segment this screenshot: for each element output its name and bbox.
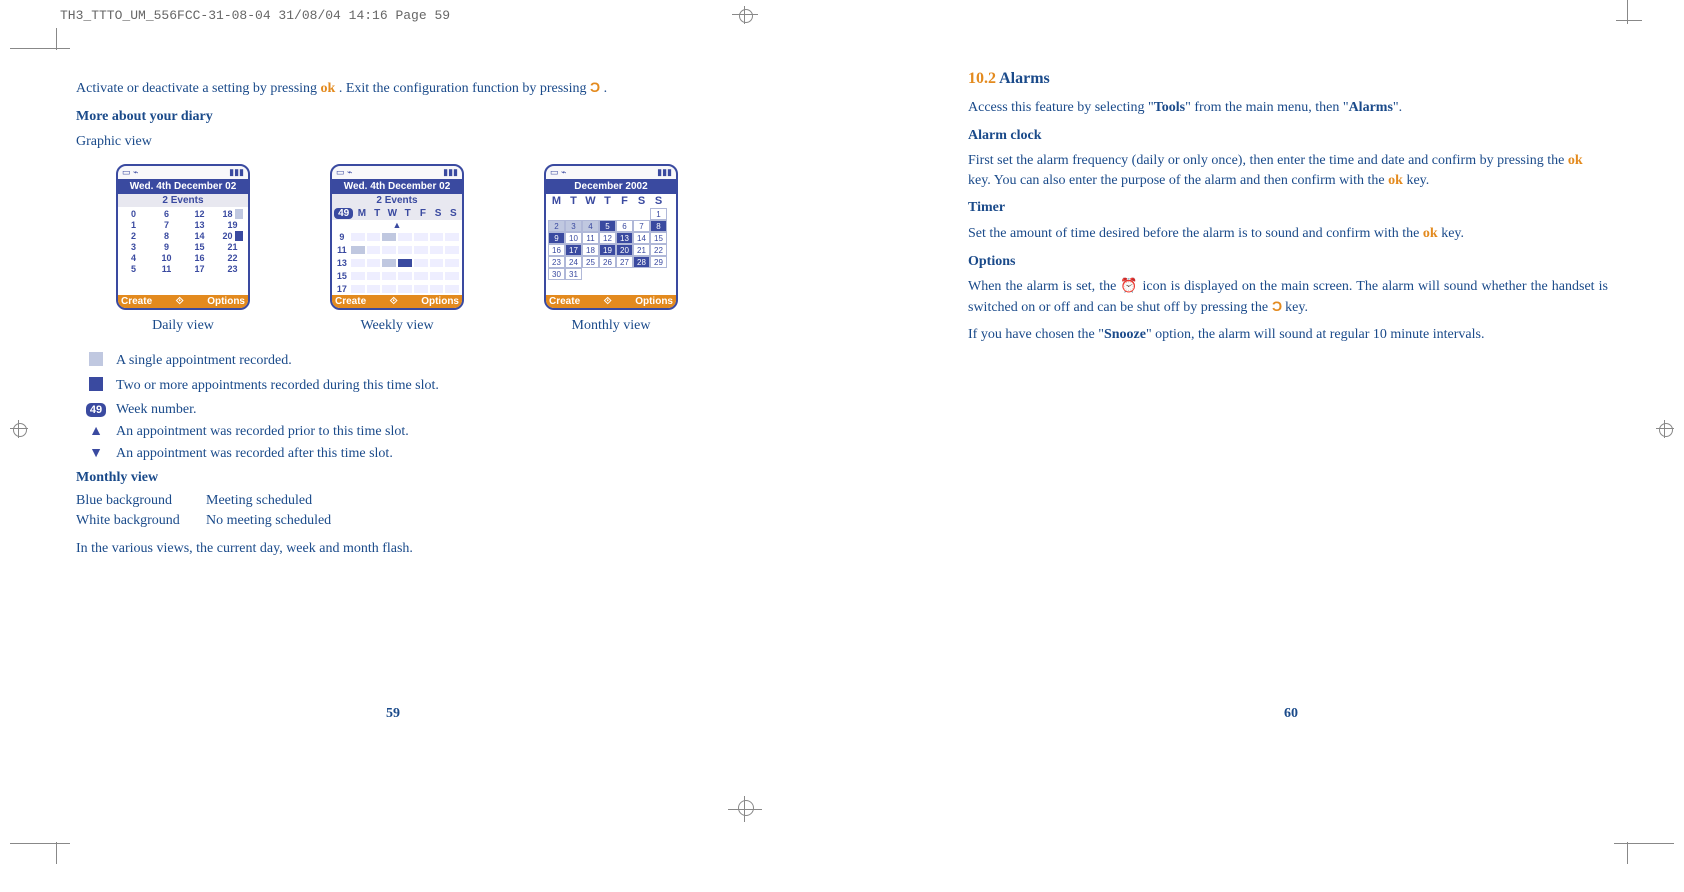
status-bar: ▭ ⌁ ▮▮▮ (118, 166, 248, 179)
signal-icon: ▮▮▮ (657, 167, 672, 178)
page-number-right: 60 (1284, 706, 1298, 722)
white-bg-value: No meeting scheduled (206, 513, 331, 529)
create-softkey: Create (121, 296, 152, 307)
crop-mark (1627, 842, 1628, 864)
legend-row-single: A single appointment recorded. (76, 352, 696, 371)
status-bar: ▭ ⌁ ▮▮▮ (546, 166, 676, 179)
monthly-view-table: Blue background Meeting scheduled White … (76, 493, 696, 529)
timer-body: Set the amount of time desired before th… (968, 224, 1608, 244)
nav-icon: ⟐ (390, 296, 398, 307)
week-header: 49MTWTFSS (332, 207, 462, 220)
page-number-left: 59 (386, 706, 400, 722)
registration-icon (10, 420, 28, 438)
crop-mark (1616, 20, 1642, 21)
registration-icon (739, 9, 753, 23)
weekly-body: ▲ 91113151719 (332, 220, 462, 295)
create-softkey: Create (335, 296, 366, 307)
crop-mark (56, 28, 57, 50)
create-softkey: Create (549, 296, 580, 307)
ok-icon: ok (1423, 226, 1438, 241)
access-text: Access this feature by selecting "Tools"… (968, 98, 1608, 118)
legend-row-multi: Two or more appointments recorded during… (76, 377, 696, 396)
timer-title: Timer (968, 198, 1608, 218)
blue-bg-value: Meeting scheduled (206, 493, 312, 509)
month-days-header: MTWTFSS (546, 194, 676, 208)
monthly-view-title: Monthly view (76, 468, 696, 488)
legend-row-prior: ▲ An appointment was recorded prior to t… (76, 424, 696, 440)
c-icon: C (1272, 297, 1282, 317)
ok-icon: ok (1388, 173, 1403, 188)
page-right: 10.2 Alarms Access this feature by selec… (968, 70, 1608, 353)
phone-header: Wed. 4th December 02 (332, 179, 462, 194)
graphic-view-label: Graphic view (76, 132, 696, 152)
battery-icon: ▭ ⌁ (122, 167, 138, 178)
options-title: Options (968, 252, 1608, 272)
print-slug: TH3_TTTO_UM_556FCC-31-08-04 31/08/04 14:… (60, 8, 450, 23)
battery-icon: ▭ ⌁ (336, 167, 352, 178)
phone-softkeys: Create ⟐ Options (546, 295, 676, 308)
daily-view-column: ▭ ⌁ ▮▮▮ Wed. 4th December 02 2 Events 012… (108, 164, 258, 334)
crop-mark (1614, 843, 1674, 844)
battery-icon: ▭ ⌁ (550, 167, 566, 178)
daily-view-phone: ▭ ⌁ ▮▮▮ Wed. 4th December 02 2 Events 012… (116, 164, 250, 310)
up-arrow-icon: ▲ (76, 424, 116, 440)
month-grid: 1234567891011121314151617181920212223242… (546, 208, 676, 295)
daily-caption: Daily view (108, 318, 258, 334)
weekly-caption: Weekly view (322, 318, 472, 334)
status-bar: ▭ ⌁ ▮▮▮ (332, 166, 462, 179)
events-count: 2 Events (332, 194, 462, 207)
weekly-view-phone: ▭ ⌁ ▮▮▮ Wed. 4th December 02 2 Events 49M… (330, 164, 464, 310)
monthly-view-column: ▭ ⌁ ▮▮▮ December 2002 MTWTFSS 12345678910… (536, 164, 686, 334)
nav-icon: ⟐ (604, 296, 612, 307)
single-appointment-icon (76, 352, 116, 371)
alarms-title: 10.2 Alarms (968, 70, 1608, 88)
daily-body: 01234567891011121314151617181920212223 (118, 207, 248, 295)
ok-icon: ok (321, 81, 336, 96)
legend: A single appointment recorded. Two or mo… (76, 352, 696, 462)
multi-appointment-icon (76, 377, 116, 396)
phone-header: Wed. 4th December 02 (118, 179, 248, 194)
crop-mark (10, 48, 70, 49)
alarm-clock-body: First set the alarm frequency (daily or … (968, 151, 1608, 190)
signal-icon: ▮▮▮ (443, 167, 458, 178)
options-softkey: Options (207, 296, 245, 307)
options-softkey: Options (635, 296, 673, 307)
week-number-icon: 49 (76, 402, 116, 418)
crop-mark (10, 843, 70, 844)
registration-icon (1656, 420, 1674, 438)
c-icon: C (590, 78, 600, 98)
monthly-view-phone: ▭ ⌁ ▮▮▮ December 2002 MTWTFSS 12345678910… (544, 164, 678, 310)
more-about-diary-title: More about your diary (76, 107, 696, 127)
phone-screenshots-row: ▭ ⌁ ▮▮▮ Wed. 4th December 02 2 Events 012… (108, 164, 686, 334)
snooze-note: If you have chosen the "Snooze" option, … (968, 325, 1608, 345)
flash-note: In the various views, the current day, w… (76, 539, 696, 559)
options-softkey: Options (421, 296, 459, 307)
legend-row-week: 49 Week number. (76, 402, 696, 418)
nav-icon: ⟐ (176, 296, 184, 307)
white-bg-label: White background (76, 513, 206, 529)
activate-text: Activate or deactivate a setting by pres… (76, 78, 696, 99)
signal-icon: ▮▮▮ (229, 167, 244, 178)
up-arrow-icon: ▲ (332, 220, 462, 230)
phone-softkeys: Create ⟐ Options (332, 295, 462, 308)
blue-bg-label: Blue background (76, 493, 206, 509)
phone-softkeys: Create ⟐ Options (118, 295, 248, 308)
ok-icon: ok (1568, 153, 1583, 168)
registration-icon (738, 800, 754, 816)
legend-row-after: ▼ An appointment was recorded after this… (76, 446, 696, 462)
phone-header: December 2002 (546, 179, 676, 194)
crop-mark (56, 842, 57, 864)
monthly-caption: Monthly view (536, 318, 686, 334)
alarm-clock-title: Alarm clock (968, 126, 1608, 146)
alarm-icon: ⏰ (1120, 279, 1138, 294)
options-body: When the alarm is set, the ⏰ icon is dis… (968, 277, 1608, 317)
page-left: Activate or deactivate a setting by pres… (76, 78, 696, 567)
events-count: 2 Events (118, 194, 248, 207)
down-arrow-icon: ▼ (76, 446, 116, 462)
weekly-view-column: ▭ ⌁ ▮▮▮ Wed. 4th December 02 2 Events 49M… (322, 164, 472, 334)
